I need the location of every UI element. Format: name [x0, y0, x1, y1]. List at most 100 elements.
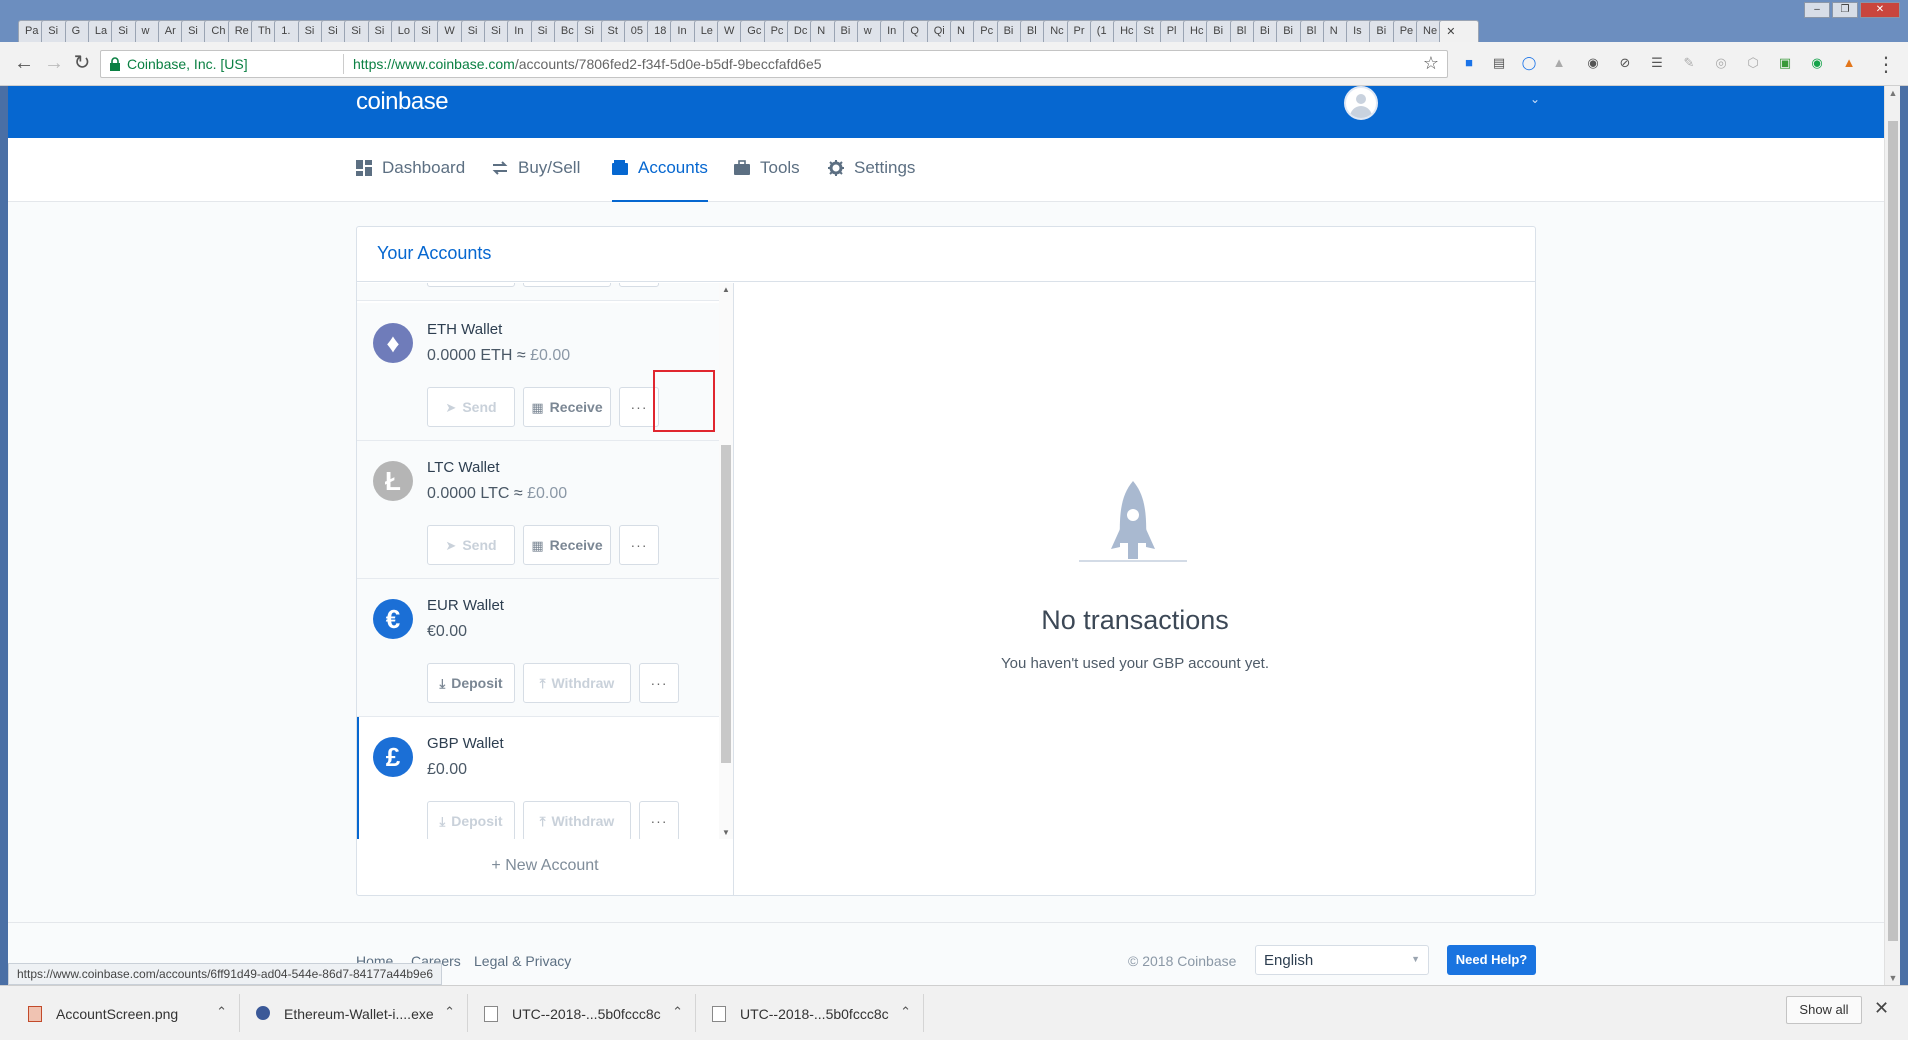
nav-tools[interactable]: Tools — [734, 138, 800, 202]
send-button[interactable]: ➤ Send — [427, 525, 515, 565]
maximize-button[interactable]: ❐ — [1832, 2, 1858, 18]
download-item[interactable]: UTC--2018-...5b0fccc8c ⌃ — [696, 994, 924, 1032]
receive-button[interactable]: ▦ Receive — [523, 387, 611, 427]
send-button[interactable]: ➤ Send — [427, 387, 515, 427]
account-balance: £0.00 — [427, 761, 468, 778]
deposit-button[interactable]: ⤓ Deposit — [427, 801, 515, 839]
extension-icon[interactable]: ◉ — [1584, 54, 1602, 72]
account-item[interactable] — [357, 283, 719, 301]
extension-icon[interactable]: ☰ — [1648, 54, 1666, 72]
forward-icon[interactable]: → — [42, 52, 66, 76]
copyright: © 2018 Coinbase — [1128, 953, 1237, 969]
download-item[interactable]: Ethereum-Wallet-i....exe ⌃ — [240, 994, 468, 1032]
more-options-button[interactable]: ··· — [639, 663, 679, 703]
download-bar: AccountScreen.png ⌃ Ethereum-Wallet-i...… — [0, 985, 1908, 1040]
nav-settings[interactable]: Settings — [828, 138, 915, 202]
browser-menu-icon[interactable]: ⋮ — [1876, 52, 1896, 77]
withdraw-button[interactable]: ⤒ Withdraw — [523, 801, 631, 839]
empty-subtitle: You haven't used your GBP account yet. — [1000, 655, 1270, 672]
scrollbar-thumb[interactable] — [1888, 121, 1898, 941]
button-label: Withdraw — [551, 813, 615, 829]
nav-accounts[interactable]: Accounts — [612, 138, 708, 202]
coinbase-logo[interactable]: coinbase — [356, 88, 449, 116]
site-header: coinbase ⌄ — [8, 86, 1884, 138]
extension-icon[interactable]: ◎ — [1712, 54, 1730, 72]
send-icon: ➤ — [445, 400, 457, 415]
show-all-downloads-button[interactable]: Show all — [1786, 996, 1862, 1024]
upload-icon: ⤒ — [539, 814, 546, 829]
account-name: GBP Wallet — [427, 735, 504, 752]
browser-tab-active[interactable]: ✕ — [1439, 20, 1480, 42]
more-options-button[interactable]: ··· — [639, 801, 679, 839]
address-bar[interactable]: Coinbase, Inc. [US] https://www.coinbase… — [100, 50, 1448, 78]
receive-button[interactable] — [523, 283, 611, 287]
chevron-up-icon[interactable]: ⌃ — [672, 1004, 683, 1020]
extension-icon[interactable]: ▣ — [1776, 54, 1794, 72]
empty-transactions: No transactions You haven't used your GB… — [735, 283, 1535, 895]
nav-dashboard[interactable]: Dashboard — [356, 138, 465, 202]
close-window-button[interactable]: ✕ — [1860, 2, 1900, 18]
extension-icon[interactable]: ⬡ — [1744, 54, 1762, 72]
deposit-button[interactable]: ⤓ Deposit — [427, 663, 515, 703]
bookmark-star-icon[interactable]: ☆ — [1423, 53, 1439, 74]
crypto-balance: 0.0000 ETH — [427, 347, 513, 364]
account-name: EUR Wallet — [427, 597, 504, 614]
chevron-down-icon[interactable]: ⌄ — [1530, 92, 1540, 106]
extension-icon[interactable]: ▲ — [1550, 54, 1568, 72]
footer-link-legal[interactable]: Legal & Privacy — [474, 953, 571, 969]
separator — [343, 54, 344, 74]
swap-icon — [492, 161, 508, 175]
scrollbar-thumb[interactable] — [721, 445, 731, 763]
download-item[interactable]: UTC--2018-...5b0fccc8c ⌃ — [468, 994, 696, 1032]
language-select[interactable]: English ▼ — [1255, 945, 1429, 975]
close-icon[interactable]: ✕ — [1874, 998, 1889, 1019]
scroll-up-icon[interactable]: ▲ — [1885, 88, 1901, 98]
chevron-up-icon[interactable]: ⌃ — [216, 1004, 227, 1020]
nav-label: Accounts — [638, 158, 708, 177]
briefcase-icon — [734, 160, 750, 175]
fiat-balance: £0.00 — [527, 485, 568, 502]
more-options-button[interactable] — [619, 283, 659, 287]
back-icon[interactable]: ← — [12, 52, 36, 76]
extension-icon[interactable]: ⊘ — [1616, 54, 1634, 72]
extension-icon[interactable]: ■ — [1460, 54, 1478, 72]
receive-button[interactable]: ▦ Receive — [523, 525, 611, 565]
nav-buy-sell[interactable]: Buy/Sell — [492, 138, 580, 202]
new-account-button[interactable]: + New Account — [357, 839, 734, 895]
account-list-scrollbar[interactable]: ▲ ▼ — [719, 283, 733, 839]
page-scrollbar[interactable]: ▲ ▼ — [1884, 86, 1900, 985]
need-help-button[interactable]: Need Help? — [1447, 945, 1536, 975]
more-options-button[interactable]: ··· — [619, 525, 659, 565]
extension-icon[interactable]: ◯ — [1520, 54, 1538, 72]
extension-icon[interactable]: ▤ — [1490, 54, 1508, 72]
status-bar-url: https://www.coinbase.com/accounts/6ff91d… — [8, 963, 443, 985]
account-item-gbp[interactable]: £ GBP Wallet £0.00 ⤓ Deposit ⤒ Withdraw ··… — [357, 717, 719, 839]
approx-sign: ≈ — [513, 485, 523, 502]
reload-icon[interactable]: ↻ — [70, 52, 94, 76]
account-balance: €0.00 — [427, 623, 468, 640]
account-item-eur[interactable]: € EUR Wallet €0.00 ⤓ Deposit ⤒ Withdraw ··… — [357, 579, 719, 717]
minimize-button[interactable]: – — [1804, 2, 1830, 18]
send-button[interactable] — [427, 283, 515, 287]
download-filename: AccountScreen.png — [56, 1006, 179, 1022]
account-name: ETH Wallet — [427, 321, 503, 338]
scroll-down-icon[interactable]: ▼ — [1885, 973, 1901, 983]
crypto-balance: 0.0000 LTC — [427, 485, 510, 502]
account-list: ♦ ETH Wallet 0.0000 ETH ≈ £0.00 ➤ Send ▦ R… — [357, 283, 734, 839]
window-controls: – ❐ ✕ — [1804, 2, 1900, 18]
page-viewport: coinbase ⌄ Dashboard Buy/Sell Accounts T… — [8, 86, 1884, 985]
download-item[interactable]: AccountScreen.png ⌃ — [12, 994, 240, 1032]
extension-icon[interactable]: ◉ — [1808, 54, 1826, 72]
extension-icon[interactable]: ✎ — [1680, 54, 1698, 72]
chevron-up-icon[interactable]: ⌃ — [900, 1004, 911, 1020]
scroll-down-icon[interactable]: ▼ — [719, 828, 733, 837]
withdraw-button[interactable]: ⤒ Withdraw — [523, 663, 631, 703]
file-icon — [712, 1006, 726, 1022]
user-avatar[interactable] — [1344, 86, 1378, 120]
extension-icon[interactable]: ▲ — [1840, 54, 1858, 72]
chevron-up-icon[interactable]: ⌃ — [444, 1004, 455, 1020]
chevron-down-icon: ▼ — [1411, 954, 1420, 964]
account-item-ltc[interactable]: Ł LTC Wallet 0.0000 LTC ≈ £0.00 ➤ Send ▦ R… — [357, 441, 719, 579]
file-icon — [484, 1006, 498, 1022]
scroll-up-icon[interactable]: ▲ — [719, 285, 733, 294]
